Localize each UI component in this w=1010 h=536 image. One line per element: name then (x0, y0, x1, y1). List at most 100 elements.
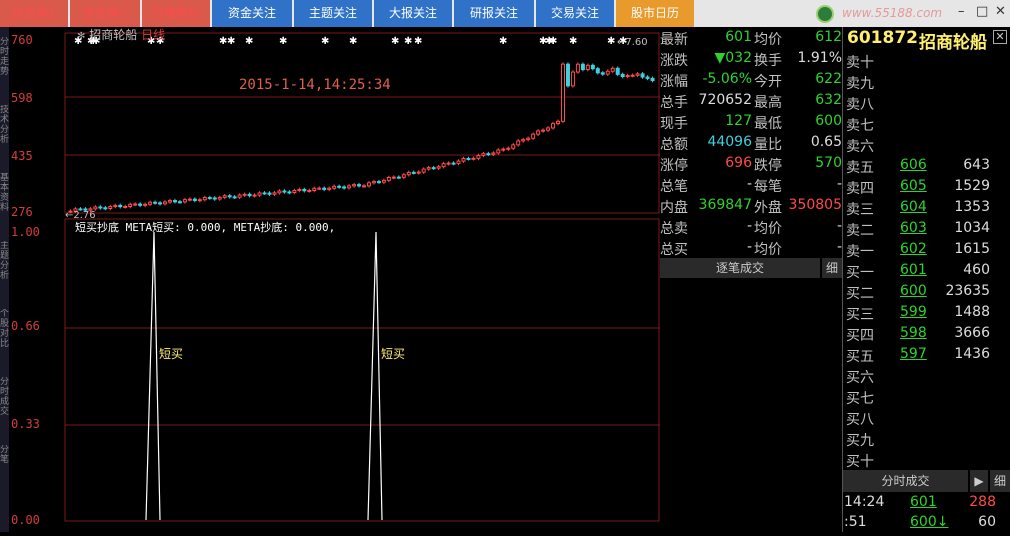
orderbook-price[interactable]: 602 (900, 241, 927, 257)
candle-body (575, 63, 580, 73)
orderbook-label: 卖六 (846, 139, 874, 155)
event-marker[interactable]: ✱ (391, 36, 399, 47)
minimize-icon[interactable]: – (958, 4, 965, 19)
candle-body (237, 194, 242, 198)
event-marker[interactable]: ✱ (549, 36, 557, 47)
kline-chart[interactable]: ✱ ✱✱✱ ✱ ✱ ✱ ✱ ✱ ✱ ✱ ✱ ✱ ✱ ✱ ✱ ✱✱✱ ✱ ✱ ✱ (9, 27, 660, 532)
sidebar-item[interactable]: 技术分析 (0, 105, 9, 165)
tab-5[interactable]: 大报关注 (374, 0, 452, 27)
detail-button-2[interactable]: 细 (990, 470, 1010, 492)
candle-body (267, 192, 272, 195)
tab-1[interactable]: 综合屏2 (70, 0, 140, 27)
tab-3[interactable]: 资金关注 (212, 0, 292, 27)
quote-label: 总买 (660, 242, 688, 258)
event-marker[interactable]: ✱ (227, 36, 235, 47)
quote-value: 622 (815, 71, 842, 87)
tab-7[interactable]: 交易关注 (536, 0, 614, 27)
sidebar-item[interactable]: 基本资料 (0, 173, 9, 233)
quote-value: 1.91% (797, 50, 842, 66)
chart-period[interactable]: 日线 (141, 28, 165, 42)
tab-0[interactable]: 综合屏1 (0, 0, 68, 27)
candle-body (650, 77, 655, 82)
candle-body (118, 204, 123, 208)
tick-trades-bar[interactable]: 逐笔成交 (660, 258, 820, 278)
stock-code: 601872 (847, 28, 918, 48)
sidebar-item[interactable]: 分笔 (0, 445, 9, 505)
sidebar-item[interactable]: 分时成交 (0, 377, 9, 437)
candle-body (526, 137, 531, 141)
candle-body (521, 139, 526, 142)
event-marker[interactable]: ✱ (414, 36, 422, 47)
orderbook-price[interactable]: 598 (900, 325, 927, 341)
price-axis-label: 760 (11, 33, 33, 47)
tab-4[interactable]: 主题关注 (294, 0, 372, 27)
quote-label: 均价 (754, 242, 782, 258)
sidebar-item[interactable]: 个股对比 (0, 309, 9, 369)
time-trades-bar[interactable]: 分时成交 (843, 470, 968, 492)
close-icon[interactable]: ✕ (995, 4, 1006, 19)
candle-body (580, 63, 585, 71)
gear-icon[interactable]: ✻ (77, 31, 85, 42)
orderbook-price[interactable]: 606 (900, 157, 927, 173)
orderbook-price[interactable]: 603 (900, 220, 927, 236)
candle-body (307, 189, 312, 192)
event-marker[interactable]: ✱ (569, 36, 577, 47)
orderbook-price[interactable]: 605 (900, 178, 927, 194)
detail-button[interactable]: 细 (822, 258, 842, 278)
quote-label: 今开 (754, 74, 782, 90)
candle-body (252, 194, 257, 197)
orderbook-label: 卖三 (846, 202, 874, 218)
orderbook-label: 买九 (846, 433, 874, 449)
event-marker[interactable]: ✱ (404, 36, 412, 47)
candle-body (227, 195, 232, 198)
chart-area: ✱ ✱ ✱ ✱ ✱ ✱ ✱ ✱ ✱ ✱ ✱ ✱ ✱ ✱ ✱ ✱ ✱ ✱ ✱ ✱ ✱ ✱ ✻ 招商轮船 日线 2015-1-… (9, 27, 660, 532)
candle-body (551, 123, 556, 129)
event-marker[interactable]: ✱ (321, 36, 329, 47)
trade-price: 601 (910, 494, 937, 510)
candle-body (158, 202, 163, 205)
event-marker[interactable]: ✱ (349, 36, 357, 47)
quote-label: 每笔 (754, 179, 782, 195)
signal-spike (367, 231, 383, 521)
event-marker[interactable]: ✱ (279, 36, 287, 47)
tab-2[interactable]: 行情报价 (142, 0, 210, 27)
candle-body (401, 174, 406, 178)
candle-body (163, 201, 168, 205)
stock-name: 招商轮船 (919, 33, 987, 53)
logo-icon (816, 5, 834, 23)
candle-body (630, 74, 635, 77)
candle-body (192, 198, 197, 202)
maximize-icon[interactable]: □ (976, 4, 988, 19)
candle-body (187, 198, 192, 201)
orderbook-label: 卖九 (846, 76, 874, 92)
candle-body (207, 197, 212, 200)
candle-body (546, 127, 551, 131)
tab-6[interactable]: 研报关注 (454, 0, 534, 27)
quote-label: 总笔 (660, 179, 688, 195)
quote-value: 696 (725, 155, 752, 171)
orderbook-price[interactable]: 599 (900, 304, 927, 320)
event-marker[interactable]: ✱ (607, 36, 615, 47)
close-panel-icon[interactable]: ✕ (993, 30, 1007, 44)
orderbook-label: 卖五 (846, 160, 874, 176)
candle-body (292, 189, 297, 194)
orderbook-price[interactable]: 601 (900, 262, 927, 278)
candle-body (426, 167, 431, 170)
sidebar-item[interactable]: 分时走势 (0, 37, 9, 97)
sidebar-item[interactable]: 主题分析 (0, 241, 9, 301)
play-icon[interactable]: ▶ (970, 470, 988, 492)
trade-volume: 60 (978, 514, 996, 530)
orderbook-label: 买一 (846, 265, 874, 281)
candle-body (501, 148, 506, 151)
orderbook-price[interactable]: 600 (900, 283, 927, 299)
orderbook-price[interactable]: 597 (900, 346, 927, 362)
event-marker[interactable]: ✱ (245, 36, 253, 47)
candle-body (610, 67, 615, 72)
left-sidebar: 分时走势技术分析基本资料主题分析个股对比分时成交分笔 (0, 27, 9, 532)
orderbook-label: 买二 (846, 286, 874, 302)
time-trades-label: 分时成交 (881, 474, 930, 488)
tab-8[interactable]: 股市日历 (616, 0, 694, 27)
orderbook-price[interactable]: 604 (900, 199, 927, 215)
quote-value: - (746, 176, 752, 192)
event-marker[interactable]: ✱ (499, 36, 507, 47)
